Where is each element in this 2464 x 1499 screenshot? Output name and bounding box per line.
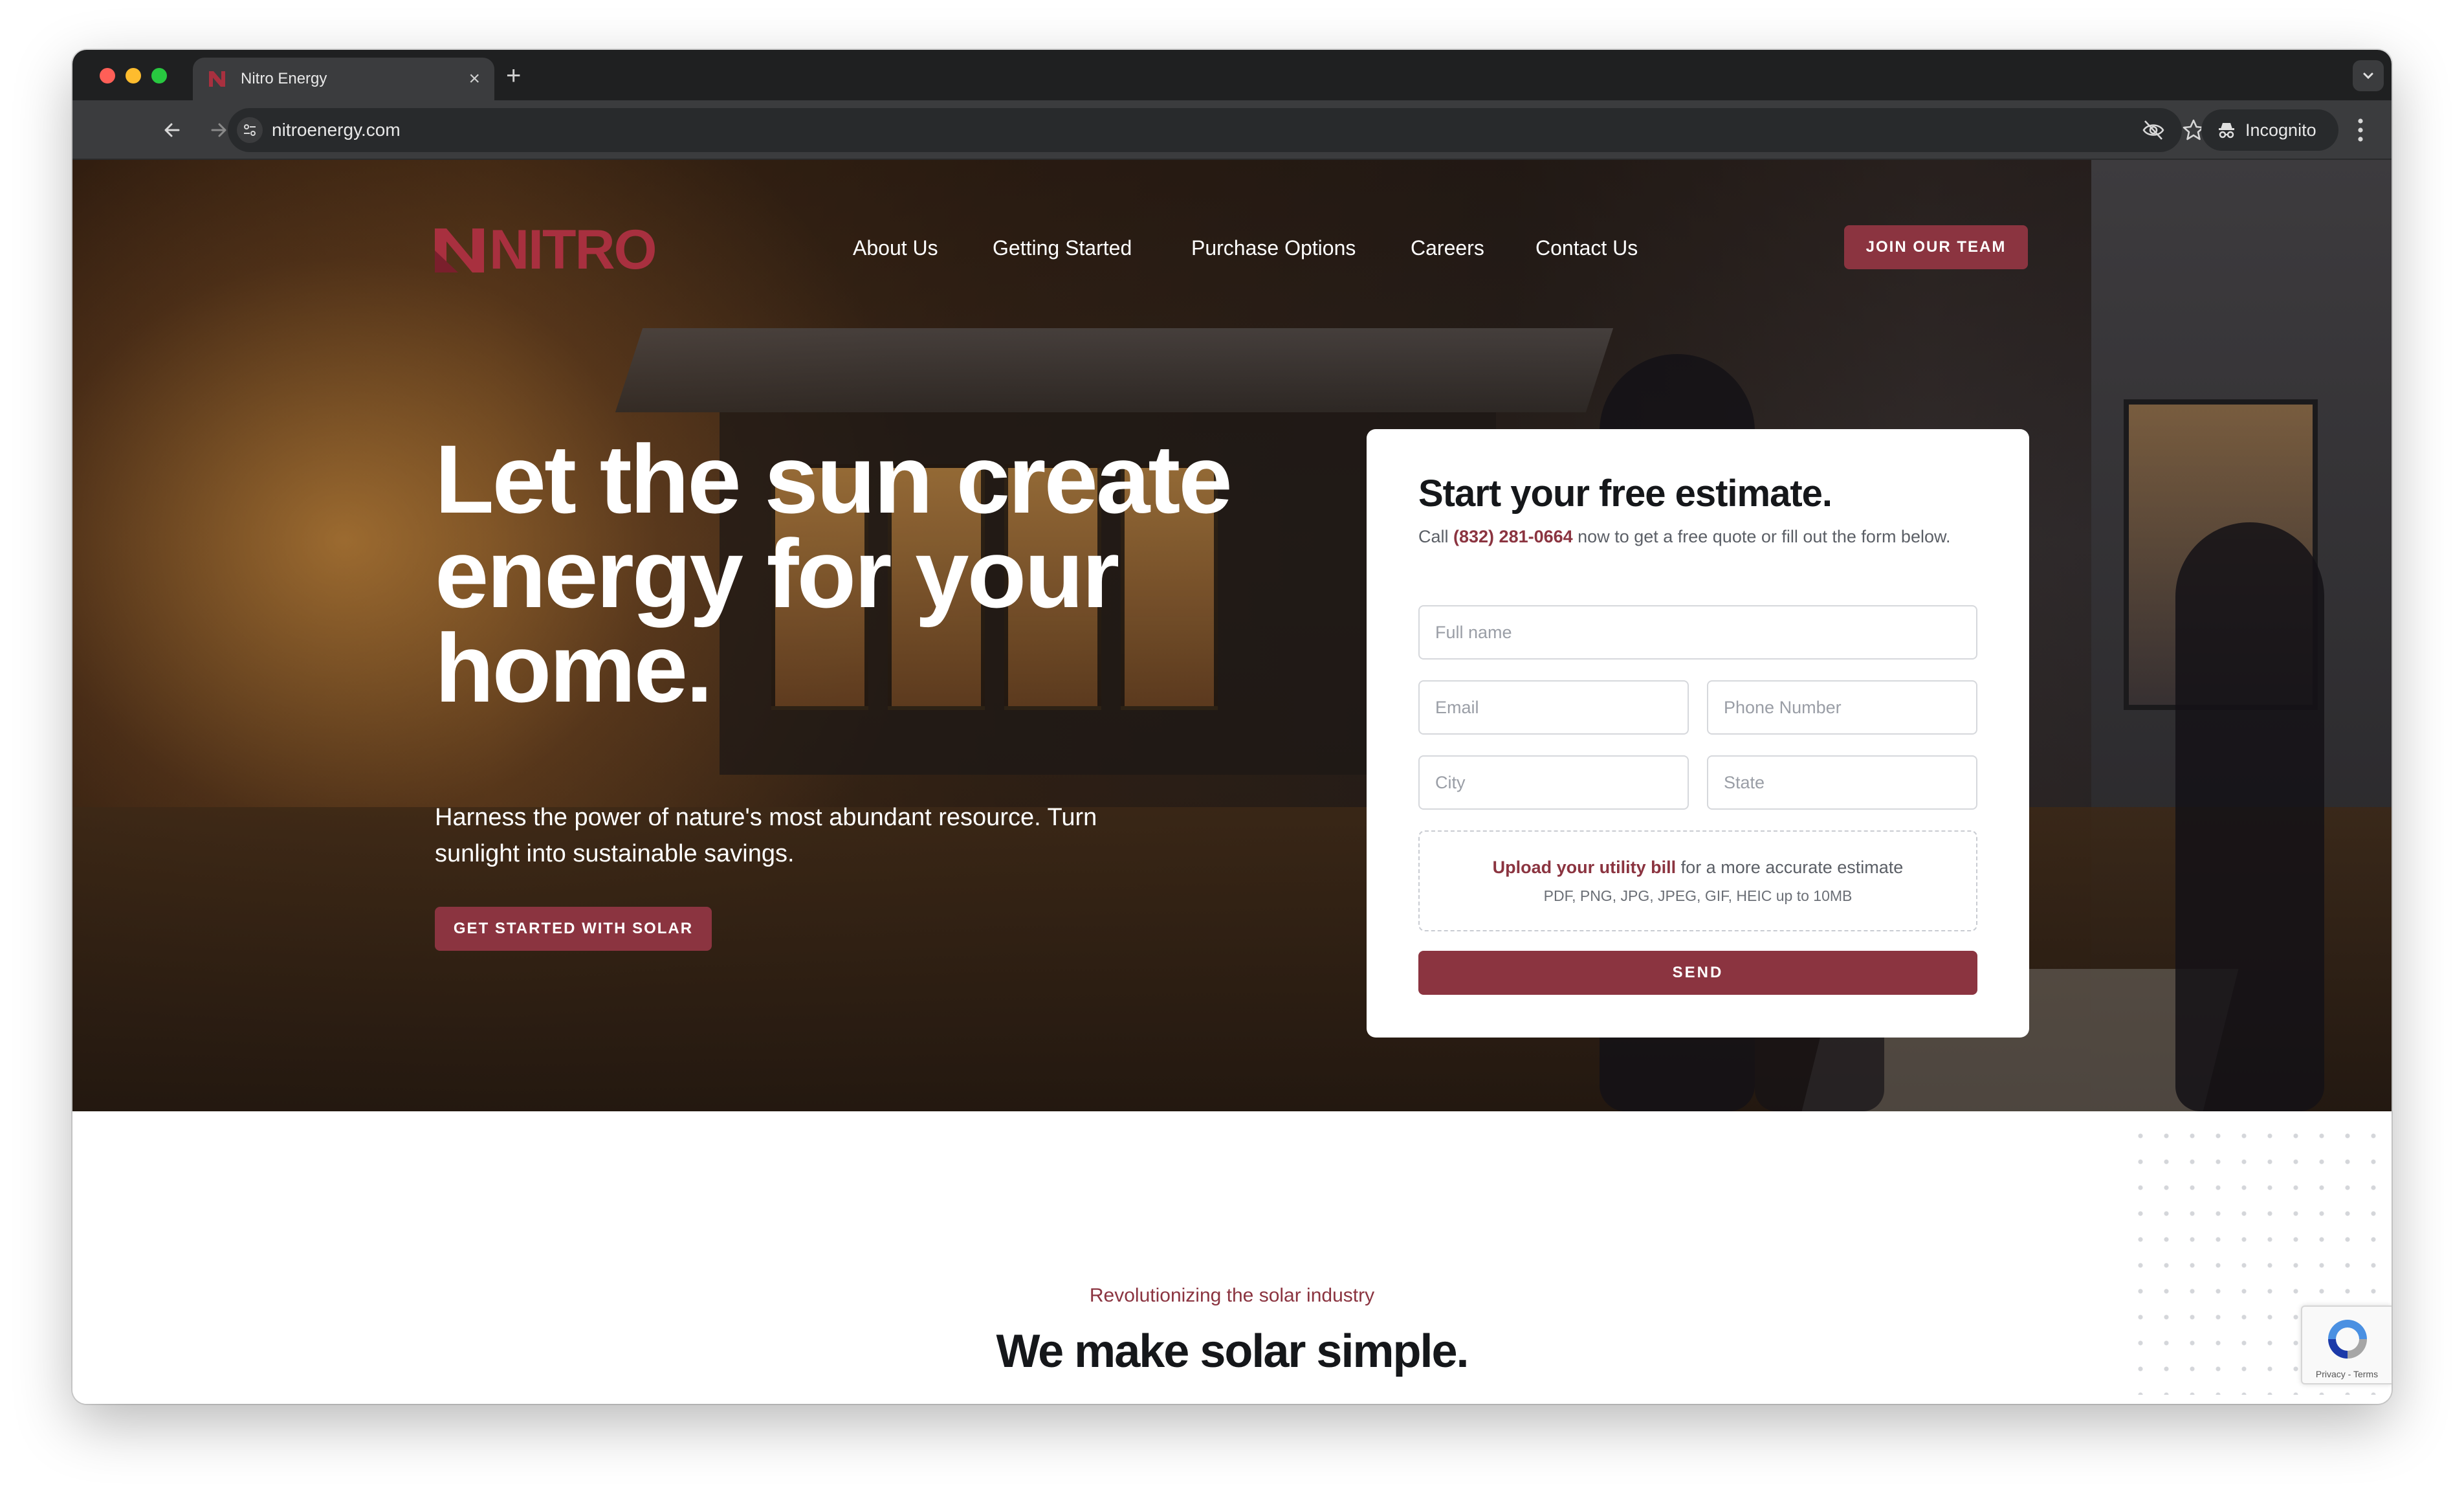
about-section: Revolutionizing the solar industry We ma… (72, 1111, 2392, 1404)
incognito-indicator[interactable]: Incognito (2201, 109, 2338, 151)
form-desc-prefix: Call (1418, 527, 1454, 546)
nav-contact-us[interactable]: Contact Us (1535, 236, 1638, 260)
chevron-down-icon (2363, 72, 2373, 80)
state-input[interactable] (1707, 755, 1977, 810)
close-window-button[interactable] (100, 68, 115, 83)
tab-search-button[interactable] (2353, 60, 2384, 91)
upload-formats: PDF, PNG, JPG, JPEG, GIF, HEIC up to 10M… (1543, 887, 1853, 904)
recaptcha-links[interactable]: Privacy - Terms (2302, 1369, 2392, 1379)
phone-link[interactable]: (832) 281-0664 (1453, 527, 1573, 546)
recaptcha-badge[interactable]: Privacy - Terms (2301, 1305, 2392, 1384)
join-our-team-button[interactable]: JOIN OUR TEAM (1844, 225, 2028, 269)
site-logo[interactable]: NITRO (432, 218, 657, 282)
email-input[interactable] (1418, 680, 1689, 735)
nav-getting-started[interactable]: Getting Started (993, 236, 1132, 260)
url-text[interactable]: nitroenergy.com (272, 120, 401, 140)
section-eyebrow: Revolutionizing the solar industry (1089, 1285, 1375, 1306)
nav-careers[interactable]: Careers (1411, 236, 1484, 260)
phone-number-input[interactable] (1707, 680, 1977, 735)
estimate-form-card: Start your free estimate. Call (832) 281… (1367, 429, 2029, 1038)
hero-section: NITRO About Us Getting Started Purchase … (72, 160, 2392, 1111)
browser-tab-active[interactable]: Nitro Energy × (193, 58, 494, 100)
logo-text: NITRO (489, 219, 657, 281)
hero-headline: Let the sun create energy for your home. (435, 425, 1233, 722)
nav-purchase-options[interactable]: Purchase Options (1191, 236, 1356, 260)
nitro-favicon-icon (209, 71, 225, 87)
back-button[interactable] (160, 118, 184, 142)
incognito-label: Incognito (2245, 120, 2316, 140)
tab-close-button[interactable]: × (468, 69, 480, 89)
back-arrow-icon (164, 123, 180, 137)
tab-strip: Nitro Energy × + (72, 50, 2392, 100)
nitro-logo-icon (435, 228, 484, 272)
get-started-button[interactable]: GET STARTED WITH SOLAR (435, 907, 712, 951)
form-description: Call (832) 281-0664 now to get a free qu… (1418, 524, 1975, 550)
nav-about-us[interactable]: About Us (853, 236, 938, 260)
recaptcha-icon (2328, 1320, 2367, 1359)
site-info-button[interactable] (237, 117, 263, 143)
section-title: We make solar simple. (996, 1326, 1469, 1377)
forward-arrow-icon (211, 123, 226, 137)
upload-instructions: Upload your utility bill for a more accu… (1420, 858, 1976, 878)
new-tab-button[interactable]: + (506, 63, 521, 89)
minimize-window-button[interactable] (126, 68, 141, 83)
city-input[interactable] (1418, 755, 1689, 810)
kebab-menu-icon[interactable] (2357, 117, 2364, 143)
hero-subtext: Harness the power of nature's most abund… (435, 804, 1097, 867)
forward-button[interactable] (207, 118, 230, 142)
utility-bill-upload[interactable]: Upload your utility bill for a more accu… (1418, 830, 1977, 931)
eye-off-icon[interactable] (2142, 119, 2165, 141)
browser-toolbar: nitroenergy.com Incognito (72, 100, 2392, 160)
full-name-input[interactable] (1418, 605, 1977, 660)
site-info-icon (244, 124, 256, 136)
incognito-icon (2219, 123, 2234, 139)
maximize-window-button[interactable] (151, 68, 167, 83)
address-bar[interactable]: nitroenergy.com (228, 108, 2205, 152)
upload-suffix: for a more accurate estimate (1676, 858, 1904, 877)
upload-utility-bill-link[interactable]: Upload your utility bill (1493, 858, 1677, 877)
form-desc-suffix: now to get a free quote or fill out the … (1572, 527, 1951, 546)
send-button[interactable]: SEND (1418, 951, 1977, 995)
tab-title: Nitro Energy (241, 70, 327, 87)
browser-window: Nitro Energy × + nitroenergy.com Incogni… (72, 50, 2392, 1404)
form-title: Start your free estimate. (1418, 472, 1832, 515)
